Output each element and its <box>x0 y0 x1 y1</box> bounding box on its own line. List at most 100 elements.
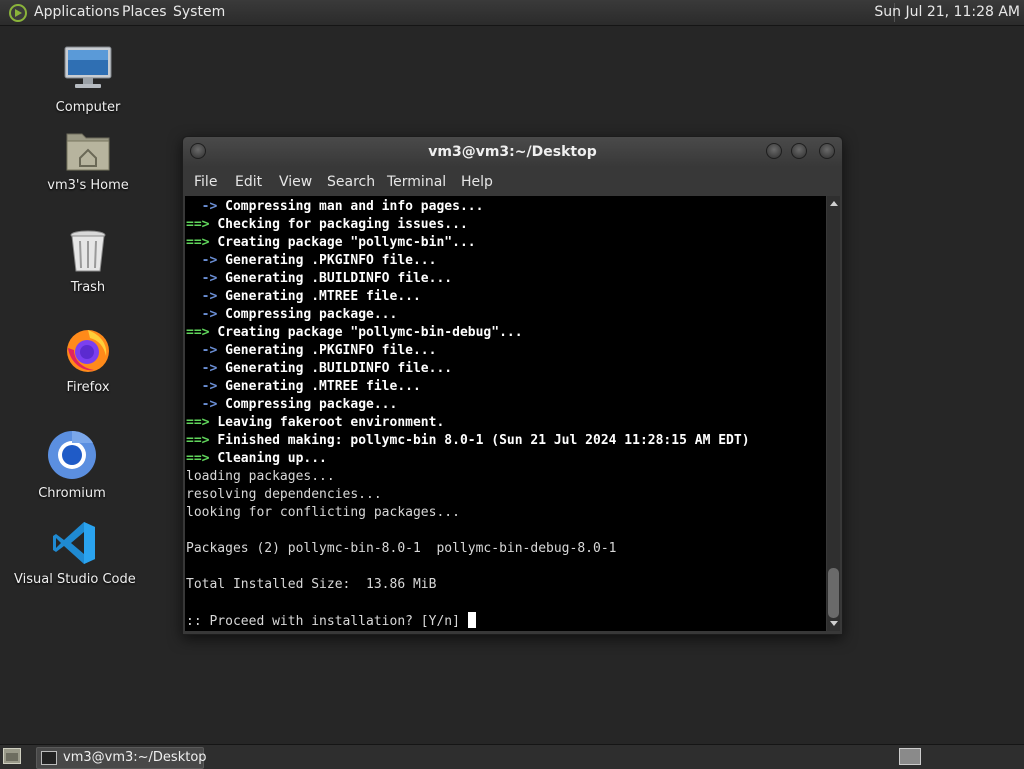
desktop-icon-label: Trash <box>70 280 106 295</box>
line-text: Creating package "pollymc-bin-debug"... <box>217 325 523 340</box>
desktop-icon-home[interactable]: vm3's Home <box>28 128 148 193</box>
desktop-icon-firefox[interactable]: Firefox <box>28 326 148 395</box>
terminal-line: Packages (2) pollymc-bin-8.0-1 pollymc-b… <box>186 540 750 558</box>
line-text: loading packages... <box>186 469 335 484</box>
terminal-line: -> Compressing package... <box>186 396 750 414</box>
terminal-scrollbar[interactable] <box>827 196 840 631</box>
terminal-line: ==> Cleaning up... <box>186 450 750 468</box>
close-button[interactable] <box>819 143 835 159</box>
system-menu[interactable]: System <box>173 4 225 20</box>
menu-file[interactable]: File <box>194 174 217 190</box>
chromium-icon <box>48 430 96 479</box>
line-prefix: ==> <box>186 415 218 430</box>
terminal-line: -> Generating .MTREE file... <box>186 288 750 306</box>
desktop-icon-vscode[interactable]: Visual Studio Code <box>14 520 136 587</box>
terminal-line: Total Installed Size: 13.86 MiB <box>186 576 750 594</box>
home-folder-icon <box>66 133 110 171</box>
line-prefix: -> <box>186 289 226 304</box>
line-text: Generating .BUILDINFO file... <box>225 361 453 376</box>
line-text: Finished making: pollymc-bin 8.0-1 (Sun … <box>217 433 750 448</box>
line-prefix: -> <box>186 307 226 322</box>
line-text: Generating .MTREE file... <box>225 289 421 304</box>
terminal-titlebar[interactable]: vm3@vm3:~/Desktop <box>183 137 842 167</box>
terminal-title: vm3@vm3:~/Desktop <box>428 144 597 160</box>
trash-icon <box>70 230 106 272</box>
line-prefix: -> <box>186 397 226 412</box>
line-text: Creating package "pollymc-bin"... <box>217 235 476 250</box>
applications-menu[interactable]: Applications <box>34 4 120 20</box>
line-text: Generating .PKGINFO file... <box>225 343 437 358</box>
line-text: Checking for packaging issues... <box>217 217 468 232</box>
computer-icon <box>64 46 112 88</box>
terminal-line: ==> Finished making: pollymc-bin 8.0-1 (… <box>186 432 750 450</box>
line-text: Generating .BUILDINFO file... <box>225 271 453 286</box>
line-text: Generating .PKGINFO file... <box>225 253 437 268</box>
terminal-line: -> Compressing man and info pages... <box>186 198 750 216</box>
menu-view[interactable]: View <box>279 174 312 190</box>
taskbar-button-label: vm3@vm3:~/Desktop <box>63 750 207 765</box>
vscode-icon <box>53 522 95 564</box>
terminal-output[interactable]: -> Compressing man and info pages... ==> … <box>185 196 826 631</box>
terminal-icon <box>41 751 57 765</box>
line-prefix: ==> <box>186 235 218 250</box>
line-prefix: -> <box>186 253 226 268</box>
top-panel: Applications Places System Sun Jul 21, 1… <box>0 0 1024 26</box>
line-text: resolving dependencies... <box>186 487 382 502</box>
clock[interactable]: Sun Jul 21, 11:28 AM <box>874 4 1020 20</box>
workspace-switcher[interactable] <box>899 748 921 765</box>
menu-terminal[interactable]: Terminal <box>387 174 446 190</box>
install-prompt: :: Proceed with installation? [Y/n] <box>186 614 468 629</box>
menu-search[interactable]: Search <box>327 174 375 190</box>
minimize-button[interactable] <box>766 143 782 159</box>
scroll-up-arrow[interactable] <box>830 201 838 206</box>
menu-logo-icon[interactable] <box>8 3 28 23</box>
line-text: looking for conflicting packages... <box>186 505 460 520</box>
terminal-line: ==> Leaving fakeroot environment. <box>186 414 750 432</box>
line-text: Compressing man and info pages... <box>225 199 484 214</box>
desktop-icon-computer[interactable]: Computer <box>28 44 148 115</box>
places-menu[interactable]: Places <box>122 4 167 20</box>
desktop-icon-chromium[interactable]: Chromium <box>12 430 132 501</box>
line-prefix: -> <box>186 343 226 358</box>
desktop-icon-label: Chromium <box>38 486 106 501</box>
scroll-thumb[interactable] <box>828 568 839 618</box>
terminal-line: -> Compressing package... <box>186 306 750 324</box>
terminal-line: -> Generating .BUILDINFO file... <box>186 360 750 378</box>
desktop-icon-label: Computer <box>55 100 121 115</box>
scroll-down-arrow[interactable] <box>830 621 838 626</box>
terminal-line: ==> Creating package "pollymc-bin"... <box>186 234 750 252</box>
line-prefix: -> <box>186 361 226 376</box>
text-cursor <box>467 612 476 628</box>
desktop-icon-label: vm3's Home <box>47 178 129 193</box>
taskbar-terminal-button[interactable]: vm3@vm3:~/Desktop <box>36 747 207 769</box>
line-text: Compressing package... <box>225 307 398 322</box>
terminal-line: ==> Checking for packaging issues... <box>186 216 750 234</box>
show-desktop-icon[interactable] <box>3 748 21 764</box>
line-prefix: -> <box>186 199 226 214</box>
terminal-line: ==> Creating package "pollymc-bin-debug"… <box>186 324 750 342</box>
line-text: Cleaning up... <box>217 451 327 466</box>
terminal-window: vm3@vm3:~/Desktop File Edit View Search … <box>182 136 843 635</box>
menu-help[interactable]: Help <box>461 174 493 190</box>
line-text: Generating .MTREE file... <box>225 379 421 394</box>
line-prefix: ==> <box>186 325 218 340</box>
line-text: Total Installed Size: 13.86 MiB <box>186 577 437 592</box>
line-prefix: ==> <box>186 433 218 448</box>
maximize-button[interactable] <box>791 143 807 159</box>
terminal-line: resolving dependencies... <box>186 486 750 504</box>
line-prefix: ==> <box>186 451 218 466</box>
line-text: Packages (2) pollymc-bin-8.0-1 pollymc-b… <box>186 541 617 556</box>
terminal-line: looking for conflicting packages... <box>186 504 750 522</box>
terminal-lines: -> Compressing man and info pages... ==> … <box>186 198 750 630</box>
terminal-menubar: File Edit View Search Terminal Help <box>183 168 842 196</box>
prompt-line: :: Proceed with installation? [Y/n] <box>186 612 750 630</box>
line-prefix: -> <box>186 271 226 286</box>
desktop-icon-label: Firefox <box>66 380 110 395</box>
bottom-panel: vm3@vm3:~/Desktop <box>0 744 1024 769</box>
line-prefix: ==> <box>186 217 218 232</box>
desktop-icon-trash[interactable]: Trash <box>28 228 148 295</box>
menu-edit[interactable]: Edit <box>235 174 262 190</box>
desktop-icon-label: Visual Studio Code <box>14 572 136 587</box>
